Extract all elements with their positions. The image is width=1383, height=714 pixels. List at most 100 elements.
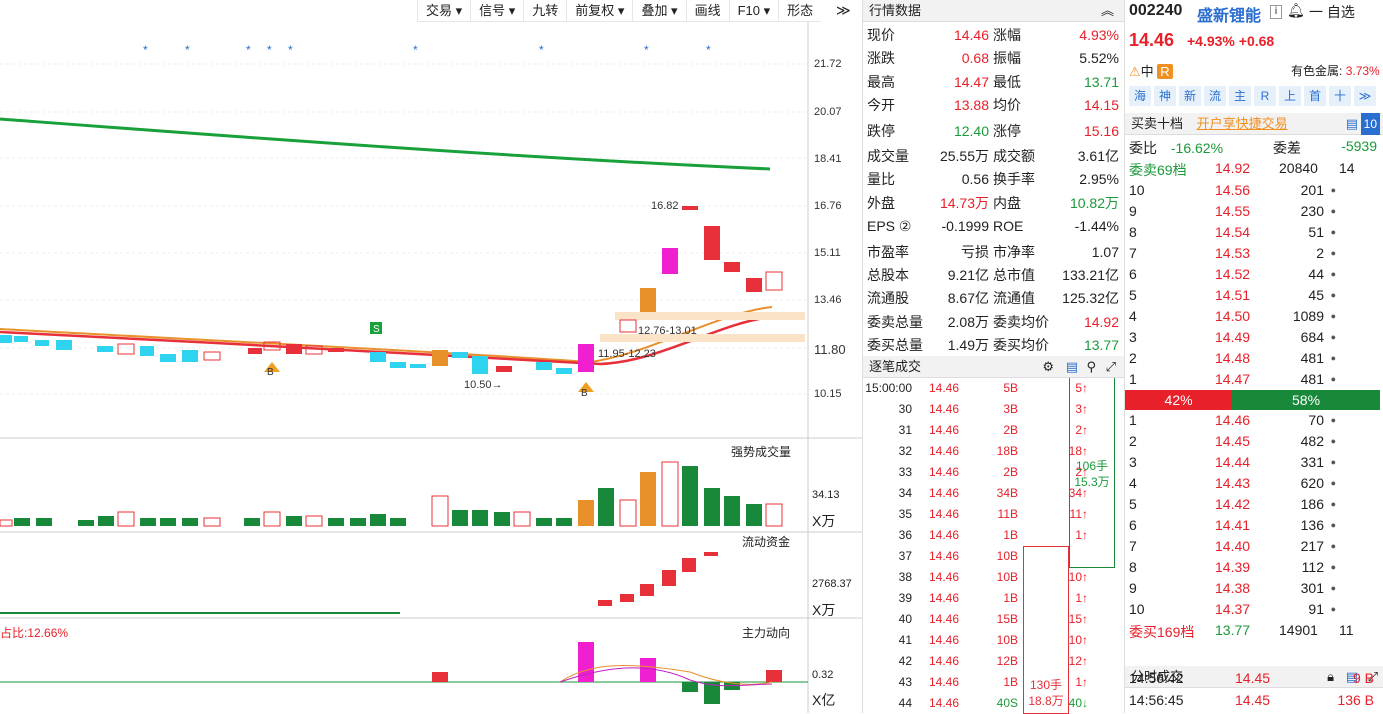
toolbar-item[interactable]: 前复权 ▾ <box>566 0 632 22</box>
quote-value: 125.32亿 <box>1062 290 1119 307</box>
ticks-title: 逐笔成交 ⚙ ▤ ⚲ ⤢ <box>863 356 1124 378</box>
quick-button[interactable]: 首 <box>1304 86 1326 106</box>
info-icon[interactable]: ⅰ <box>1270 5 1282 19</box>
timesales-row: 14:56:45 14.45 136 B <box>1125 690 1383 711</box>
toolbar-item[interactable]: 叠加 ▾ <box>632 0 685 22</box>
book-row: 3 14.44 331 ● <box>1125 452 1383 473</box>
dot-icon: ● <box>1330 227 1336 237</box>
expand-icon[interactable]: ≫ <box>836 2 851 19</box>
book-price: 14.48 <box>1215 350 1251 366</box>
toolbar-item[interactable]: 画线 <box>685 0 729 22</box>
tick-volume: 1B <box>1003 591 1018 605</box>
flow-tick: 2768.37 <box>812 578 852 590</box>
quote-value: 13.77 <box>1083 337 1119 354</box>
toolbar-item[interactable]: 形态 <box>778 0 821 22</box>
tick-volume: 1B <box>1003 675 1018 689</box>
quote-key: 委卖总量 <box>867 313 923 330</box>
tick-row: 40 14.46 15B 15↑ <box>863 609 1118 630</box>
tick-count: 15↑ <box>1068 612 1088 626</box>
quick-buttons: 海神新流主 R 上首十 ≫ <box>1129 86 1376 106</box>
tick-price: 14.46 <box>929 381 960 395</box>
price-tick: 18.41 <box>814 153 842 165</box>
quick-button[interactable]: 流 <box>1204 86 1226 106</box>
ticks-panel: 逐笔成交 ⚙ ▤ ⚲ ⤢ 15:00:00 14.46 5B 5↑ 30 14.46 3B 3… <box>862 356 1124 714</box>
tick-price: 14.46 <box>929 654 960 668</box>
book-volume: 482 <box>1300 433 1324 449</box>
quote-key: 涨幅 <box>993 27 1021 43</box>
quick-button[interactable]: ≫ <box>1354 86 1376 106</box>
quote-key: 外盘 <box>867 194 895 211</box>
toolbar-item[interactable]: 交易 ▾ <box>417 0 470 22</box>
tick-count: 1↑ <box>1075 591 1088 605</box>
dot-icon: ● <box>1330 583 1336 593</box>
tick-volume: 18B <box>996 444 1018 458</box>
book-price: 14.45 <box>1215 433 1251 449</box>
quick-button[interactable]: 神 <box>1154 86 1176 106</box>
quote-key: 涨跌 <box>867 50 895 67</box>
quick-button[interactable]: 新 <box>1179 86 1201 106</box>
tick-count: 10↑ <box>1068 633 1088 647</box>
ts-price: 14.45 <box>1235 692 1271 708</box>
promo-link[interactable]: 开户享快捷交易 <box>1197 116 1288 131</box>
dot-icon: ● <box>1330 436 1336 446</box>
book-row: 1 14.47 481 ● <box>1125 369 1383 390</box>
book-row: 10 14.56 201 ● <box>1125 180 1383 201</box>
quick-button[interactable]: 十 <box>1329 86 1351 106</box>
toolbar-item[interactable]: F10 ▾ <box>728 0 779 22</box>
quick-button[interactable]: 上 <box>1279 86 1301 106</box>
quote-key: 现价 <box>867 27 895 43</box>
book-level: 9 <box>1129 580 1137 596</box>
tick-volume: 2B <box>1003 423 1018 437</box>
book-volume: 1089 <box>1292 308 1324 324</box>
weibi-row: 委比 -16.62% 委差 -5939 <box>1129 138 1377 156</box>
filter-icon[interactable]: ⚲ <box>1086 356 1096 378</box>
quote-key: 市净率 <box>993 243 1035 260</box>
quick-button[interactable]: 海 <box>1129 86 1151 106</box>
quote-row: 今开 13.88 均价 14.15 <box>863 94 1125 117</box>
expand-icon[interactable]: ⤢ <box>1106 356 1116 378</box>
quote-value: 3.61亿 <box>1077 148 1119 164</box>
svg-text:*: * <box>185 43 190 57</box>
price-tick: 11.80 <box>814 342 846 357</box>
svg-text:B: B <box>581 388 588 399</box>
toolbar-item[interactable]: 九转 <box>523 0 566 22</box>
toolbar-item[interactable]: 信号 ▾ <box>470 0 523 22</box>
quote-key: 总股本 <box>867 267 909 283</box>
quote-row: 现价 14.46 涨幅 4.93% <box>863 24 1125 47</box>
quote-value: 15.16 <box>1083 122 1119 139</box>
quote-value: 12.40 <box>953 122 989 139</box>
book-level: 6 <box>1129 517 1137 533</box>
svg-text:11.95-12.23: 11.95-12.23 <box>598 348 656 360</box>
collapse-icon[interactable]: ︽ <box>1101 0 1114 22</box>
book-volume: 620 <box>1300 475 1324 491</box>
stock-name[interactable]: 盛新锂能 <box>1197 2 1261 26</box>
quote-row: 涨跌 0.68 振幅 5.52% <box>863 47 1125 70</box>
bell-icon[interactable]: 🔔︎ <box>1287 2 1305 19</box>
settings-icon[interactable]: ⚙ <box>1042 356 1054 378</box>
ten-button[interactable]: 10 <box>1360 113 1380 135</box>
list-icon[interactable]: ▤ <box>1066 356 1078 378</box>
add-watchlist-button[interactable]: 一 自选 <box>1309 2 1355 22</box>
tick-volume: 34B <box>996 486 1018 500</box>
ratio-bar: 42% 58% <box>1125 390 1380 410</box>
dot-icon: ● <box>1330 478 1336 488</box>
dot-icon: ● <box>1330 541 1336 551</box>
dot-icon: ● <box>1330 290 1336 300</box>
quick-button[interactable]: R <box>1254 86 1276 106</box>
book-volume: 230 <box>1300 203 1324 219</box>
tick-time: 30 <box>898 402 912 416</box>
tick-time: 32 <box>898 444 912 458</box>
table-icon[interactable]: ▤ <box>1346 113 1358 135</box>
quote-row: 外盘 14.73万 内盘 10.82万 <box>863 192 1125 215</box>
quote-value: 亏损 <box>961 243 989 260</box>
book-volume: 70 <box>1308 412 1324 428</box>
tick-price: 14.46 <box>929 612 960 626</box>
book-row: 8 14.54 51 ● <box>1125 222 1383 243</box>
tick-price: 14.46 <box>929 465 960 479</box>
quick-button[interactable]: 主 <box>1229 86 1251 106</box>
risk-badge: ⚠中 R <box>1129 61 1173 80</box>
quote-key: 成交量 <box>867 148 909 164</box>
ts-volume: 136 B <box>1337 692 1374 708</box>
book-volume: 51 <box>1308 224 1324 240</box>
tick-time: 41 <box>898 633 912 647</box>
